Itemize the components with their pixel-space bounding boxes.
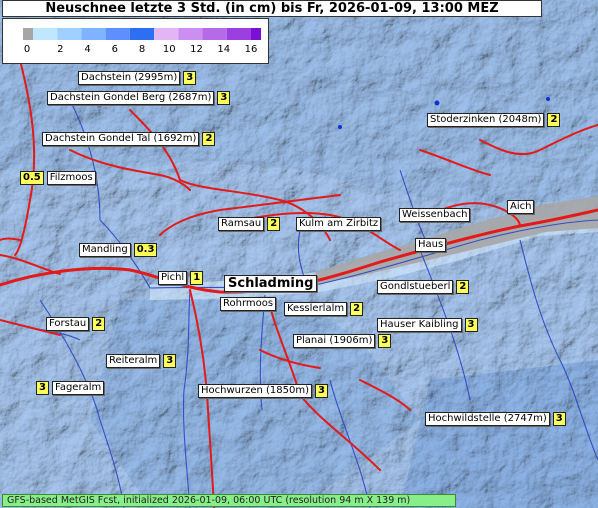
location-marker[interactable]: Dachstein Gondel Berg (2687m) 3 [47,91,231,105]
snow-value-badge: 2 [202,132,216,146]
legend-tick-label: 6 [111,44,118,55]
legend-tick-label: 10 [162,44,176,55]
location-marker[interactable]: Weissenbach [399,208,471,222]
location-marker[interactable]: Hauser Kaibling 3 [377,318,478,332]
location-name: Mandling [79,243,131,257]
location-marker[interactable]: Planai (1906m) 3 [293,334,392,348]
location-name: Aich [507,200,535,214]
snow-value-badge: 2 [456,280,470,294]
legend-swatch [33,28,58,40]
location-marker[interactable]: Forstau 2 [46,317,106,331]
snow-value-badge: 2 [350,302,364,316]
location-name: Rohrmoos [220,297,277,311]
location-name: Hochwurzen (1850m) [198,384,313,398]
location-marker[interactable]: 3 Fageralm [36,381,105,395]
legend-ticks: 0 2 4 6 8 10 12 14 16 [3,44,270,58]
snow-value-badge: 3 [315,384,329,398]
location-name: Dachstein Gondel Tal (1692m) [42,132,200,146]
snow-value-badge: 2 [267,217,281,231]
legend-swatch [251,28,261,40]
location-name: Planai (1906m) [293,334,376,348]
location-marker[interactable]: Hochwildstelle (2747m) 3 [425,412,566,426]
legend-color-bar [23,28,261,40]
location-marker[interactable]: 0.5 Filzmoos [20,171,96,185]
snow-value-badge: 3 [464,318,478,332]
legend-tick-label: 2 [57,44,64,55]
location-marker[interactable]: Kesslerlalm 2 [284,302,364,316]
legend-swatch [178,28,203,40]
location-name: Stoderzinken (2048m) [427,113,545,127]
location-name: Forstau [46,317,90,331]
color-legend: 0 2 4 6 8 10 12 14 16 [2,18,269,64]
location-marker[interactable]: Hochwurzen (1850m) 3 [198,384,329,398]
legend-tick-label: 12 [190,44,203,55]
location-marker[interactable]: Mandling 0.3 [79,243,158,257]
snow-value-badge: 2 [547,113,561,127]
location-name: Dachstein (2995m) [78,71,181,85]
location-name: Filzmoos [46,171,96,185]
location-marker[interactable]: Reiteralm 3 [106,354,177,368]
location-marker[interactable]: Gondlstueberl 2 [377,280,470,294]
legend-swatch [105,28,130,40]
legend-tick-label: 14 [217,44,231,55]
location-marker[interactable]: Schladming [224,275,318,292]
location-marker[interactable]: Dachstein Gondel Tal (1692m) 2 [42,132,216,146]
location-name: Fageralm [52,381,105,395]
location-name: Hochwildstelle (2747m) [425,412,550,426]
legend-swatch [154,28,179,40]
snow-value-badge: 3 [217,91,231,105]
snow-value-badge: 3 [378,334,392,348]
snow-value-badge: 0.5 [20,171,44,185]
location-marker[interactable]: Pichl 1 [158,271,204,285]
location-name: Kulm am Zirbitz [296,217,382,231]
location-name: Hauser Kaibling [377,318,462,332]
legend-tick-label: 8 [138,44,146,55]
legend-swatch [202,28,227,40]
snow-value-badge: 0.3 [133,243,158,257]
location-marker[interactable]: Haus [415,238,447,252]
legend-tick-label: 0 [23,44,31,55]
location-marker[interactable]: Kulm am Zirbitz [296,217,382,231]
location-marker[interactable]: Rohrmoos [220,297,277,311]
snow-value-badge: 2 [92,317,106,331]
map-title: Neuschnee letzte 3 Std. (in cm) bis Fr, … [2,0,542,17]
location-name: Haus [415,238,447,252]
snow-value-badge: 3 [552,412,566,426]
location-name: Gondlstueberl [377,280,454,294]
location-name: Ramsau [218,217,265,231]
location-name: Reiteralm [106,354,161,368]
legend-tick-label: 16 [244,44,258,55]
location-name: Schladming [224,275,318,292]
model-info-footer: GFS-based MetGIS Fcst, initialized 2026-… [2,494,456,507]
legend-swatch [129,28,155,40]
location-marker[interactable]: Ramsau 2 [218,217,281,231]
snow-value-badge: 1 [190,271,204,285]
location-marker[interactable]: Stoderzinken (2048m) 2 [427,113,561,127]
location-marker[interactable]: Aich [507,200,535,214]
location-marker[interactable]: Dachstein (2995m) 3 [78,71,197,85]
location-name: Weissenbach [399,208,471,222]
snow-value-badge: 3 [183,71,197,85]
legend-swatch [57,28,82,40]
legend-swatch [81,28,106,40]
legend-swatch [23,28,33,40]
legend-tick-label: 4 [84,44,91,55]
location-name: Dachstein Gondel Berg (2687m) [47,91,215,105]
location-name: Pichl [158,271,188,285]
legend-swatch [226,28,251,40]
snow-map: Neuschnee letzte 3 Std. (in cm) bis Fr, … [0,0,598,508]
snow-value-badge: 3 [163,354,177,368]
location-name: Kesslerlalm [284,302,348,316]
snow-value-badge: 3 [36,381,49,395]
